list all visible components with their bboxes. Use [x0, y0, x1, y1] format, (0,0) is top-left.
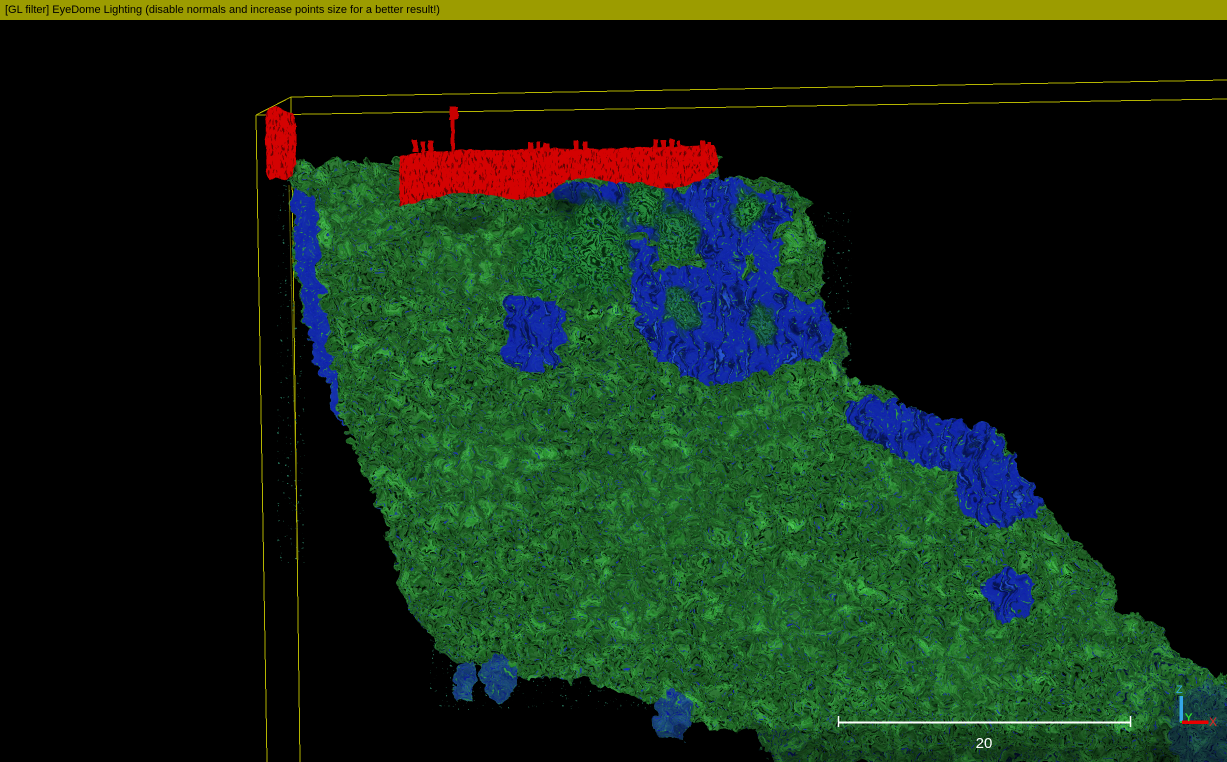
svg-text:Y: Y: [1185, 712, 1193, 724]
svg-text:20: 20: [976, 735, 993, 752]
svg-text:X: X: [1209, 715, 1217, 729]
svg-text:Z: Z: [1176, 684, 1183, 696]
